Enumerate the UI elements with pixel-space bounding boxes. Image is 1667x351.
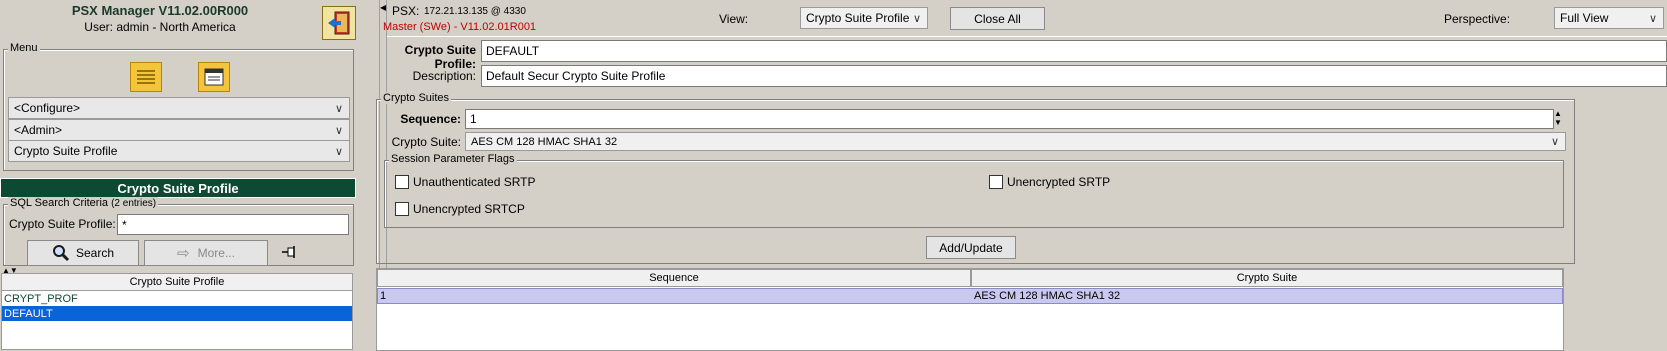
app-title: PSX Manager V11.02.00R000 (71, 3, 249, 18)
crypto-suites-legend: Crypto Suites (381, 92, 452, 104)
admin-dropdown-label: <Admin> (14, 123, 63, 137)
chevron-down-icon: ∨ (1550, 136, 1559, 148)
chevron-down-icon: ∨ (334, 125, 343, 137)
search-legend: SQL Search Criteria (2 entries) (8, 197, 159, 209)
view-label: View: (719, 12, 749, 26)
chevron-down-icon: ∨ (912, 13, 921, 25)
screen-dropdown-label: Crypto Suite Profile (14, 144, 118, 158)
search-legend-text: SQL Search Criteria (10, 197, 109, 209)
unenc-srtcp-label: Unencrypted SRTCP (413, 202, 525, 216)
crypto-suites-group: Crypto Suites Sequence: 1 ▲ ▼ Crypto Suit… (376, 92, 1575, 264)
chevron-down-icon: ∨ (334, 146, 343, 158)
perspective-label: Perspective: (1444, 12, 1511, 26)
user-value: admin - North America (116, 20, 236, 34)
crypto-suite-dropdown[interactable]: AES CM 128 HMAC SHA1 32 ∨ (465, 132, 1566, 151)
arrow-right-icon: ⇨ (177, 245, 190, 262)
pin-icon (282, 246, 295, 258)
unenc-srtp-checkbox-row[interactable]: Unencrypted SRTP (989, 175, 1110, 189)
menu-group: Menu <Configure> ∨ <Admin> ∨ Crypto Suit… (3, 42, 354, 171)
session-flags-legend: Session Parameter Flags (389, 153, 517, 165)
menu-legend: Menu (8, 42, 40, 54)
table-cell-sequence: 1 (380, 290, 387, 302)
unenc-srtcp-checkbox-row[interactable]: Unencrypted SRTCP (395, 202, 525, 216)
table-header-crypto-suite[interactable]: Crypto Suite (971, 269, 1563, 287)
psx-value: 172.21.13.135 @ 4330 (424, 6, 526, 17)
view-dropdown[interactable]: Crypto Suite Profile ∨ (800, 7, 928, 29)
menu-form-button[interactable] (198, 62, 230, 92)
view-dropdown-label: Crypto Suite Profile (806, 11, 910, 25)
sequence-label: Sequence: (400, 112, 461, 126)
profile-label: Crypto Suite Profile: (404, 43, 476, 71)
user-label: User: (84, 20, 113, 34)
search-group: SQL Search Criteria (2 entries) Crypto S… (3, 197, 354, 266)
chevron-down-icon: ∨ (334, 103, 343, 115)
unenc-srtcp-checkbox[interactable] (395, 202, 409, 216)
chevron-down-icon: ∨ (1648, 13, 1657, 25)
close-all-button[interactable]: Close All (950, 7, 1045, 30)
description-label: Description: (412, 69, 476, 83)
sequence-value: 1 (470, 112, 477, 126)
configure-dropdown[interactable]: <Configure> ∨ (8, 97, 350, 119)
form-panel: Crypto Suite Profile: DEFAULT Descriptio… (376, 36, 1667, 351)
table-cell-crypto-suite: AES CM 128 HMAC SHA1 32 (974, 290, 1121, 302)
search-section-title: Crypto Suite Profile (0, 178, 356, 198)
description-input[interactable]: Default Secur Crypto Suite Profile (481, 65, 1667, 87)
left-panel: PSX Manager V11.02.00R000 User: admin - … (0, 0, 379, 350)
more-button[interactable]: ⇨ More... (144, 240, 268, 266)
magnifier-icon (52, 245, 70, 262)
suites-table: Sequence Crypto Suite 1 AES CM 128 HMAC … (376, 268, 1564, 351)
psx-label: PSX: (392, 4, 420, 18)
triangle-left-icon: ◀ (380, 3, 387, 12)
unenc-srtp-checkbox[interactable] (989, 175, 1003, 189)
profile-name-input[interactable]: DEFAULT (481, 40, 1667, 62)
search-legend-count: (2 entries) (111, 198, 157, 209)
spinner-arrows-icon[interactable]: ▲ ▼ (1554, 109, 1567, 129)
table-header-sequence[interactable]: Sequence (377, 269, 971, 287)
exit-door-icon (328, 11, 350, 35)
master-version: Master (SWe) - V11.02.01R001 (383, 21, 537, 33)
search-button[interactable]: Search (27, 240, 139, 266)
crypto-suite-dropdown-label: AES CM 128 HMAC SHA1 32 (471, 135, 618, 148)
unauth-srtp-checkbox[interactable] (395, 175, 409, 189)
crypto-suite-label: Crypto Suite: (391, 135, 461, 149)
configure-dropdown-label: <Configure> (14, 101, 81, 115)
list-item-label: CRYPT_PROF (4, 292, 78, 305)
screen-dropdown[interactable]: Crypto Suite Profile ∨ (8, 140, 350, 162)
search-button-label: Search (75, 246, 115, 260)
profile-list: CRYPT_PROF DEFAULT (1, 291, 353, 350)
pin-button[interactable] (281, 245, 301, 261)
list-item-selected[interactable]: DEFAULT (2, 306, 352, 321)
top-bar: PSX: 172.21.13.135 @ 4330 Master (SWe) -… (383, 0, 1667, 36)
search-field-label: Crypto Suite Profile: (9, 217, 116, 231)
more-button-label: More... (197, 246, 235, 260)
list-item[interactable]: CRYPT_PROF (2, 291, 352, 306)
table-row[interactable]: 1 AES CM 128 HMAC SHA1 32 (377, 288, 1563, 304)
search-input[interactable]: * (117, 214, 349, 235)
user-info: User: admin - North America (40, 20, 280, 34)
perspective-dropdown-label: Full View (1560, 11, 1609, 25)
form-window-icon (204, 68, 224, 86)
session-flags-group: Session Parameter Flags Unauthenticated … (384, 153, 1564, 228)
list-item-label: DEFAULT (4, 307, 53, 320)
sequence-spinner[interactable]: 1 (465, 109, 1554, 129)
perspective-dropdown[interactable]: Full View ∨ (1554, 7, 1664, 29)
list-icon (137, 70, 155, 84)
unenc-srtp-label: Unencrypted SRTP (1007, 175, 1111, 189)
menu-list-button[interactable] (130, 62, 162, 92)
exit-button[interactable] (322, 6, 356, 40)
list-header[interactable]: Crypto Suite Profile (1, 273, 353, 291)
add-update-button[interactable]: Add/Update (926, 236, 1016, 259)
unauth-srtp-checkbox-row[interactable]: Unauthenticated SRTP (395, 175, 536, 189)
admin-dropdown[interactable]: <Admin> ∨ (8, 119, 350, 141)
unauth-srtp-label: Unauthenticated SRTP (413, 175, 536, 189)
